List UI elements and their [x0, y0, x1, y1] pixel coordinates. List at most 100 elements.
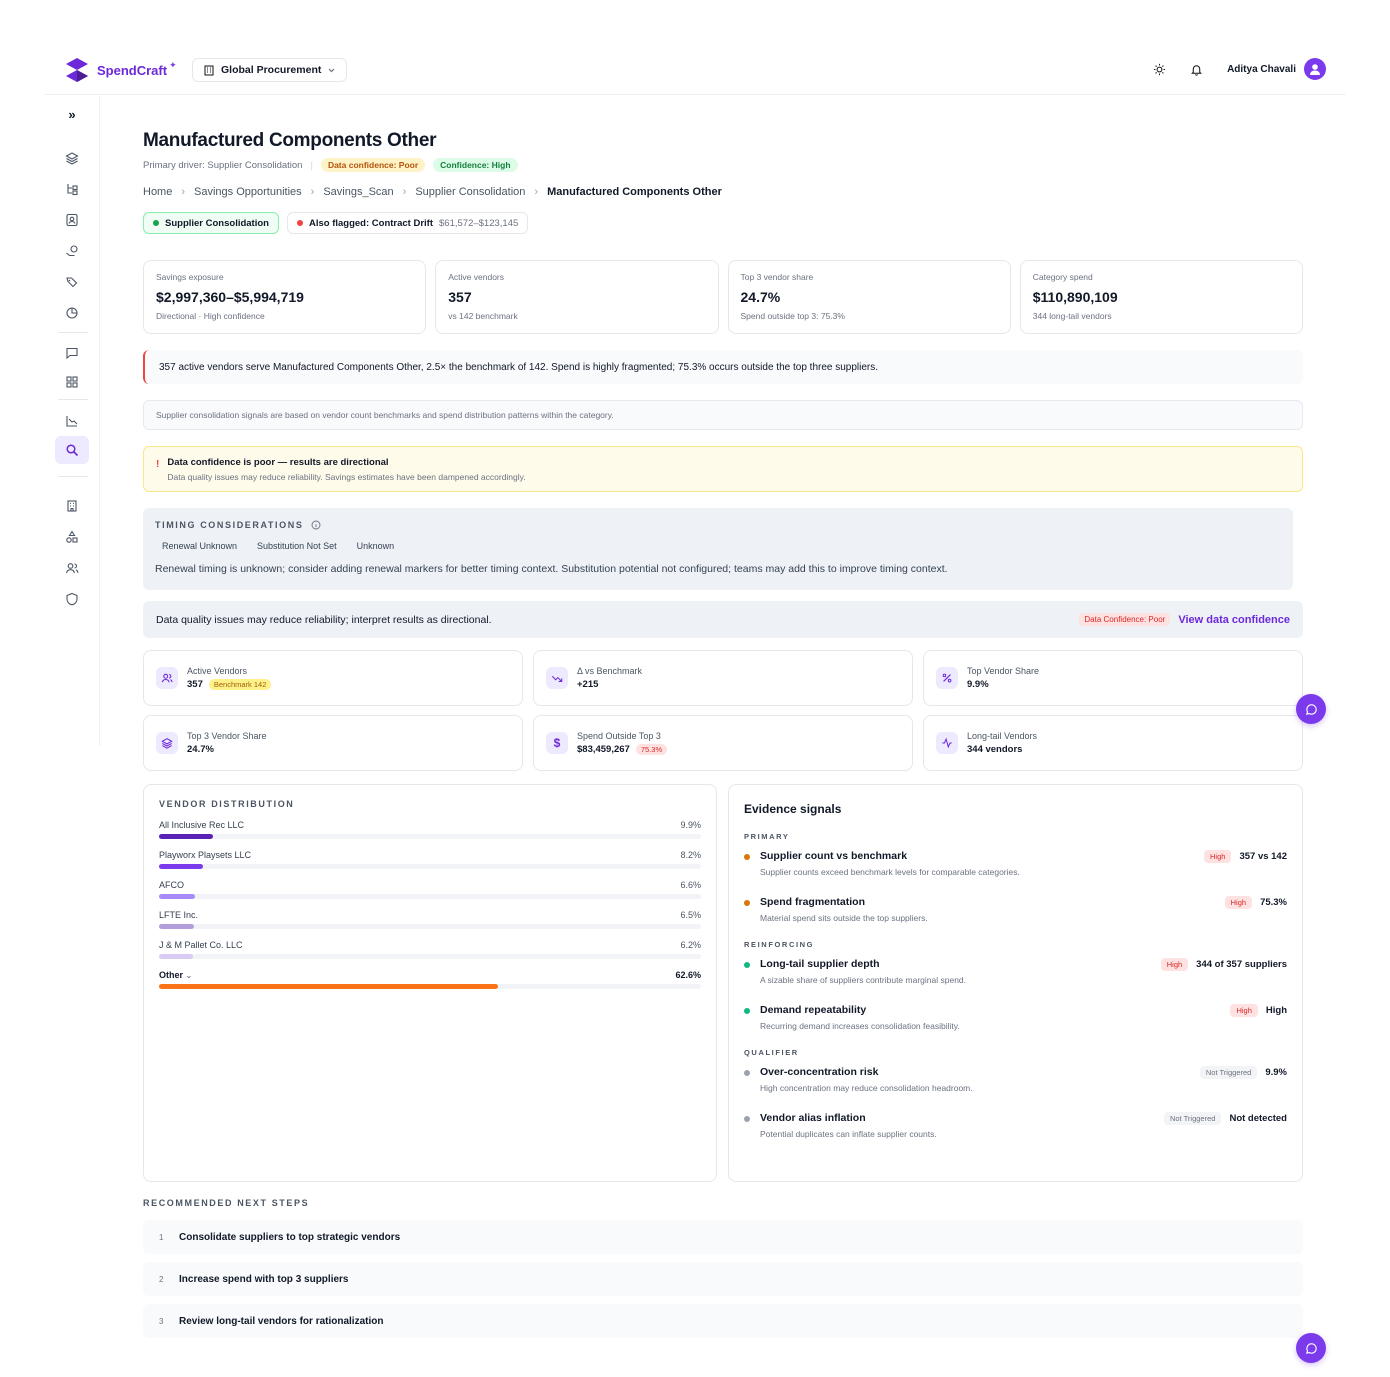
also-flagged-label: Also flagged: Contract Drift: [308, 217, 434, 229]
kpi-active-vendors: Active vendors 357 vs 142 benchmark: [435, 260, 719, 334]
vendor-bar-track: [159, 924, 701, 929]
signal-dot: [744, 900, 750, 906]
sidebar-item-messages[interactable]: [55, 339, 89, 367]
vendor-name: Playworx Playsets LLC: [159, 850, 252, 860]
sidebar-item-layers[interactable]: [55, 144, 89, 172]
sidebar-item-trends[interactable]: [55, 407, 89, 435]
sidebar-item-hierarchy[interactable]: [55, 175, 89, 203]
sidebar-item-users[interactable]: [55, 554, 89, 582]
vendor-share: 8.2%: [680, 850, 701, 860]
info-icon[interactable]: [311, 520, 321, 530]
vendor-bar-fill: [159, 894, 195, 899]
evidence-group-label: PRIMARY: [744, 832, 790, 841]
signal-value: Not detected: [1229, 1113, 1287, 1124]
next-step-item[interactable]: 2 Increase spend with top 3 suppliers: [143, 1262, 1303, 1296]
metric-spend-outside-top3: $ Spend Outside Top 3 $83,459,267 75.3%: [533, 715, 913, 771]
sidebar-item-security[interactable]: [55, 585, 89, 613]
breadcrumb-savings-opportunities[interactable]: Savings Opportunities: [194, 186, 302, 198]
meta-divider: |: [310, 159, 313, 171]
other-bar-fill: [159, 984, 499, 989]
signal-desc: A sizable share of suppliers contribute …: [760, 975, 967, 985]
vendor-share: 6.6%: [680, 880, 701, 890]
kpi-top3-share: Top 3 vendor share 24.7% Spend outside t…: [727, 260, 1011, 334]
evidence-item: Vendor alias inflation Potential duplica…: [744, 1112, 1287, 1140]
breadcrumb-supplier-consolidation[interactable]: Supplier Consolidation: [415, 186, 525, 198]
vendor-share: 9.9%: [680, 820, 701, 830]
vendor-distribution-label: VENDOR DISTRIBUTION: [159, 799, 295, 809]
next-step-item[interactable]: 1 Consolidate suppliers to top strategic…: [143, 1220, 1303, 1254]
kpi-category-spend: Category spend $110,890,109 344 long-tai…: [1019, 260, 1303, 334]
breadcrumb-home[interactable]: Home: [143, 186, 172, 198]
activity-icon: [936, 732, 958, 754]
timing-chip: Unknown: [356, 541, 395, 551]
sidebar-item-savings[interactable]: [55, 237, 89, 265]
sidebar-item-organization[interactable]: [55, 492, 89, 520]
primary-driver-tag[interactable]: Supplier Consolidation: [143, 212, 279, 234]
sidebar-item-contacts[interactable]: [55, 206, 89, 234]
workspace-selector[interactable]: Global Procurement: [192, 58, 348, 82]
vendor-bar-fill: [159, 864, 204, 869]
chat-button[interactable]: [1296, 1333, 1326, 1363]
signal-dot: [744, 1070, 750, 1076]
evidence-signals-panel: Evidence signals PRIMARY Supplier count …: [728, 784, 1303, 1182]
next-step-item[interactable]: 3 Review long-tail vendors for rationali…: [143, 1304, 1303, 1338]
primary-driver: Primary driver: Supplier Consolidation: [143, 159, 303, 171]
signal-dot: [744, 962, 750, 968]
metric-value: 344 vendors: [967, 744, 1023, 755]
also-flagged-range: $61,572–$123,145: [439, 217, 519, 229]
user-avatar-icon: [1310, 64, 1320, 75]
sidebar-item-savings-scan[interactable]: [55, 436, 89, 464]
step-number: 1: [159, 1232, 164, 1242]
user-name[interactable]: Aditya Chavali: [1227, 64, 1296, 75]
signal-badge: Not Triggered: [1164, 1112, 1222, 1125]
signal-badge: High: [1224, 896, 1253, 909]
status-dot: [296, 220, 303, 226]
signal-dot: [744, 1008, 750, 1014]
vendor-row: J & M Pallet Co. LLC 6.2%: [159, 940, 701, 959]
chevron-down-icon[interactable]: ⌄: [186, 971, 193, 980]
building-icon: [204, 65, 214, 76]
share-badge: 75.3%: [635, 744, 668, 755]
breadcrumb-current: Manufactured Components Other: [547, 186, 722, 198]
vendor-name: LFTE Inc.: [159, 910, 199, 920]
evidence-group-label: QUALIFIER: [744, 1048, 799, 1057]
metric-long-tail-vendors: Long-tail Vendors 344 vendors: [923, 715, 1303, 771]
chat-bubble-icon: [1305, 703, 1317, 715]
hierarchy-icon: [67, 184, 78, 196]
avatar[interactable]: [1304, 58, 1326, 80]
expand-sidebar-button[interactable]: »: [55, 100, 89, 128]
metric-value: $83,459,267: [577, 744, 630, 755]
metric-value: +215: [577, 679, 599, 690]
sidebar: »: [44, 96, 100, 746]
tags-icon: [66, 277, 78, 288]
sun-icon[interactable]: [1153, 63, 1166, 76]
metric-value: 24.7%: [187, 744, 214, 755]
kpi-value: $110,890,109: [1032, 289, 1118, 305]
step-text: Review long-tail vendors for rationaliza…: [179, 1315, 384, 1327]
vendor-row-other[interactable]: Other ⌄ 62.6%: [159, 970, 701, 989]
sidebar-divider: [58, 476, 88, 477]
kpi-label: Active vendors: [448, 272, 504, 282]
app-name: SpendCraft: [97, 62, 168, 78]
also-flagged-tag[interactable]: Also flagged: Contract Drift $61,572–$12…: [286, 212, 529, 234]
vendor-bar-track: [159, 864, 701, 869]
kpi-cards: Savings exposure $2,997,360–$5,994,719 D…: [143, 260, 1303, 334]
breadcrumb-savings-scan[interactable]: Savings_Scan: [323, 186, 393, 198]
view-data-confidence-link[interactable]: View data confidence: [1178, 614, 1290, 626]
sidebar-item-tags[interactable]: [55, 268, 89, 296]
metric-label: Spend Outside Top 3: [577, 731, 661, 741]
vendor-bar-fill: [159, 924, 195, 929]
layers-icon: [156, 732, 178, 754]
logo[interactable]: SpendCraft ✦: [63, 56, 177, 84]
sidebar-item-dashboard[interactable]: [55, 368, 89, 396]
sidebar-item-reports[interactable]: [55, 299, 89, 327]
message-icon: [66, 347, 78, 360]
sidebar-item-shapes[interactable]: [55, 523, 89, 551]
chat-button[interactable]: [1296, 694, 1326, 724]
signal-title: Demand repeatability: [760, 1004, 867, 1016]
metric-label: Top Vendor Share: [967, 666, 1040, 676]
bell-icon[interactable]: [1190, 63, 1203, 76]
signal-value: 357 vs 142: [1239, 851, 1287, 862]
metric-label: Active Vendors: [187, 666, 248, 676]
metric-vs-benchmark: Δ vs Benchmark +215: [533, 650, 913, 706]
